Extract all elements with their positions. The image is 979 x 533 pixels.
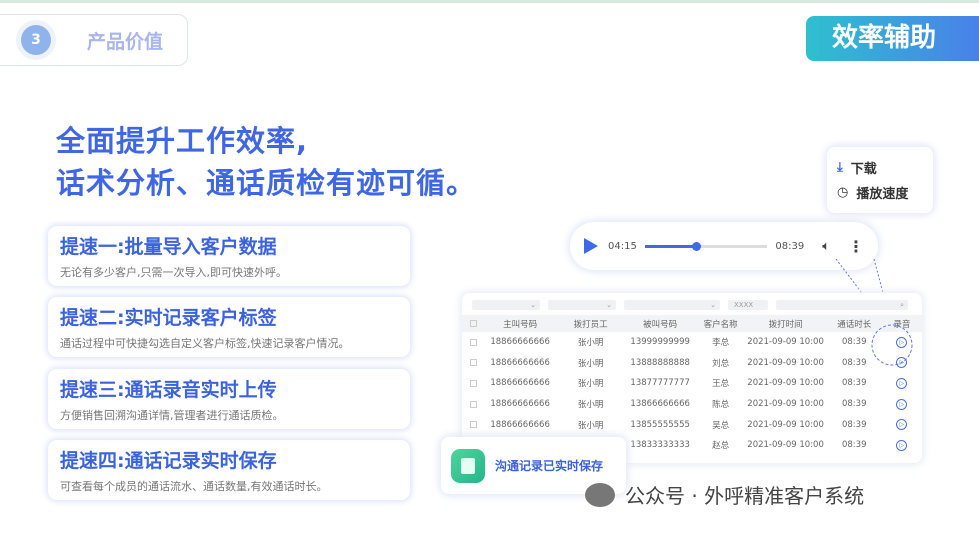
column-header: 拨打员工	[573, 319, 608, 330]
table-cell: 08:39	[841, 419, 867, 430]
table-row: 18866666666 张小明 13877777777 王总 2021-09-09 10…	[462, 373, 922, 394]
table-cell: 陈总	[712, 400, 730, 411]
table-cell: 2021-09-09 10:00	[747, 440, 824, 451]
table-cell: 13866666666	[630, 399, 690, 410]
play-recording-icon[interactable]: ▷	[896, 439, 908, 451]
table-cell: 赵总	[712, 441, 730, 452]
watermark: 公众号 · 外呼精准客户系统	[585, 480, 864, 509]
table-row: 18866666666 张小明 13866666666 陈总 2021-09-09 10…	[462, 394, 922, 415]
table-cell: 2021-09-09 10:00	[747, 337, 824, 348]
column-header: 主叫号码	[503, 319, 538, 330]
table-cell: 13888888888	[630, 357, 690, 368]
table-cell: 王总	[712, 379, 730, 390]
filter-input[interactable]: XXXX	[728, 300, 768, 310]
watermark-text: 公众号 · 外呼精准客户系统	[625, 484, 865, 508]
table-cell: 18866666666	[490, 337, 550, 348]
table-cell: 13877777777	[630, 378, 690, 389]
highlight-circle	[871, 324, 913, 366]
table-cell: 李总	[712, 338, 730, 349]
table-cell: 18866666666	[490, 399, 550, 410]
column-header: 拨打时间	[768, 319, 803, 330]
table-cell: 张小明	[577, 420, 604, 431]
table-cell: 吴总	[712, 420, 730, 431]
column-header: 被叫号码	[643, 319, 678, 330]
table-cell: 08:39	[841, 440, 867, 451]
play-recording-icon[interactable]: ▷	[896, 377, 908, 389]
filter-select[interactable]: ⌄	[472, 300, 540, 310]
play-recording-icon[interactable]: ▷	[896, 419, 908, 431]
save-icon	[451, 448, 485, 483]
row-checkbox[interactable]	[470, 400, 477, 408]
table-cell: 张小明	[577, 338, 604, 349]
table-cell: 18866666666	[490, 378, 550, 389]
table-cell: 08:39	[841, 378, 867, 389]
play-recording-icon[interactable]: ▷	[896, 398, 908, 410]
row-checkbox[interactable]	[470, 338, 477, 346]
search-icon: ⌕	[900, 301, 904, 309]
table-cell: 08:39	[841, 399, 867, 410]
row-checkbox[interactable]	[470, 320, 477, 327]
table-cell: 2021-09-09 10:00	[747, 399, 824, 410]
table-cell: 2021-09-09 10:00	[747, 357, 824, 368]
toast-text: 沟通记录已实时保存	[495, 459, 604, 473]
table-row: 18866666666 张小明 13888888888 刘总 2021-09-09 10…	[462, 353, 922, 374]
table-cell: 刘总	[712, 358, 730, 369]
filter-select[interactable]: ⌄	[624, 300, 720, 310]
row-checkbox[interactable]	[470, 379, 477, 387]
filter-select[interactable]: ⌄	[548, 300, 616, 310]
table-row: 18866666666 张小明 13855555555 吴总 2021-09-09 10…	[462, 414, 922, 435]
row-checkbox[interactable]	[470, 359, 477, 367]
table-cell: 18866666666	[490, 419, 550, 430]
table-cell: 13999999999	[630, 337, 690, 348]
table-cell: 2021-09-09 10:00	[747, 378, 824, 389]
table-cell: 张小明	[577, 400, 604, 411]
column-header: 客户名称	[703, 319, 738, 330]
table-header: 主叫号码 拨打员工 被叫号码 客户名称 拨打时间 通话时长 录音	[462, 315, 922, 332]
row-checkbox[interactable]	[470, 421, 477, 429]
table-row: 18866666666 张小明 13999999999 李总 2021-09-09 10…	[462, 332, 922, 353]
table-cell: 张小明	[577, 379, 604, 390]
wechat-icon	[585, 482, 615, 507]
table-cell: 张小明	[577, 358, 604, 369]
search-input[interactable]: ⌕	[776, 300, 908, 310]
table-cell: 2021-09-09 10:00	[747, 419, 824, 430]
table-cell: 13855555555	[630, 419, 690, 430]
table-cell: 18866666666	[490, 357, 550, 368]
table-cell: 13833333333	[630, 440, 690, 451]
